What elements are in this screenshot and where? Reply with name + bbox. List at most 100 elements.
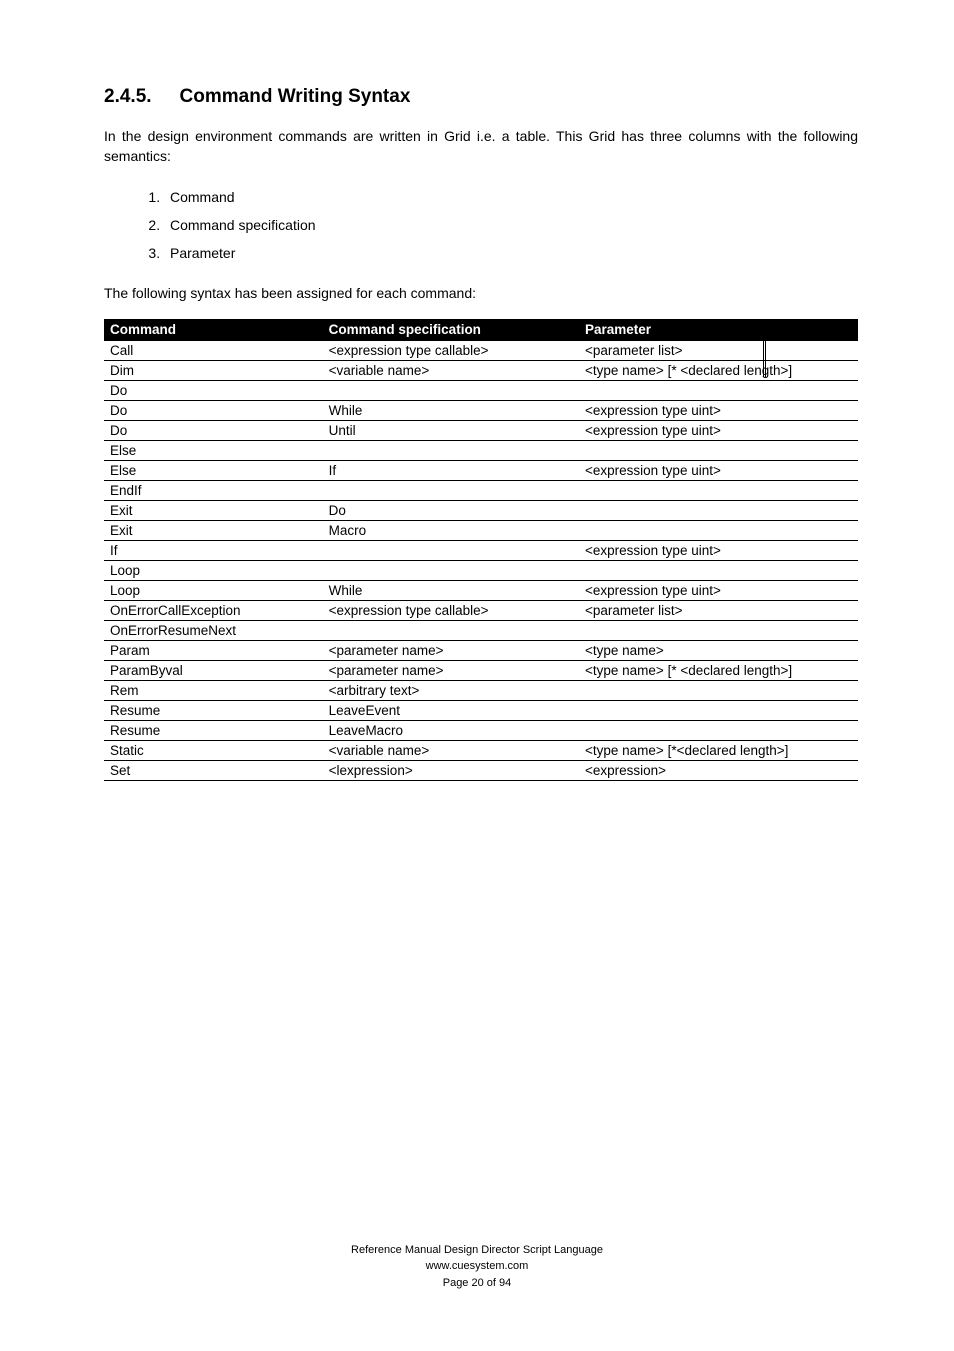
cell-spec: <arbitrary text> xyxy=(323,680,579,700)
cell-param: <expression type uint> xyxy=(579,400,858,420)
table-row: If <expression type uint> xyxy=(104,540,858,560)
col-command-spec: Command specification xyxy=(323,319,579,341)
cell-spec: <lexpression> xyxy=(323,760,579,780)
table-wrap: Command Command specification Parameter … xyxy=(104,319,858,781)
footer-line-1: Reference Manual Design Director Script … xyxy=(0,1242,954,1259)
cell-param xyxy=(579,480,858,500)
cell-command: ParamByval xyxy=(104,660,323,680)
cell-param: <type name> xyxy=(579,640,858,660)
cell-command: OnErrorResumeNext xyxy=(104,620,323,640)
cell-spec: <variable name> xyxy=(323,740,579,760)
cell-spec xyxy=(323,620,579,640)
cell-spec: <parameter name> xyxy=(323,660,579,680)
cell-command: Else xyxy=(104,440,323,460)
page-footer: Reference Manual Design Director Script … xyxy=(0,1242,954,1292)
cell-command: Exit xyxy=(104,520,323,540)
cell-command: Resume xyxy=(104,720,323,740)
list-item: Parameter xyxy=(164,239,858,267)
list-item: Command xyxy=(164,183,858,211)
following-paragraph: The following syntax has been assigned f… xyxy=(104,285,858,301)
table-row: ParamByval<parameter name><type name> [*… xyxy=(104,660,858,680)
table-row: DoUntil<expression type uint> xyxy=(104,420,858,440)
cell-param: <expression type uint> xyxy=(579,420,858,440)
cell-spec: While xyxy=(323,400,579,420)
cell-spec: Until xyxy=(323,420,579,440)
cell-spec: LeaveMacro xyxy=(323,720,579,740)
cell-command: OnErrorCallException xyxy=(104,600,323,620)
cell-command: Static xyxy=(104,740,323,760)
cell-param xyxy=(579,380,858,400)
cell-spec: Do xyxy=(323,500,579,520)
cell-param xyxy=(579,720,858,740)
cell-param xyxy=(579,440,858,460)
cell-param: <type name> [* <declared length>] xyxy=(579,660,858,680)
cell-spec: While xyxy=(323,580,579,600)
table-row: ExitMacro xyxy=(104,520,858,540)
cell-param xyxy=(579,700,858,720)
table-row: Loop xyxy=(104,560,858,580)
semantics-list: Command Command specification Parameter xyxy=(104,183,858,267)
cell-param: <parameter list> xyxy=(579,340,858,360)
footer-line-3: Page 20 of 94 xyxy=(0,1275,954,1292)
cell-command: Set xyxy=(104,760,323,780)
cell-command: Param xyxy=(104,640,323,660)
cell-command: Resume xyxy=(104,700,323,720)
table-row: ElseIf<expression type uint> xyxy=(104,460,858,480)
cell-command: If xyxy=(104,540,323,560)
cell-param: <expression type uint> xyxy=(579,540,858,560)
cell-command: Call xyxy=(104,340,323,360)
cell-spec: <expression type callable> xyxy=(323,600,579,620)
cell-param: <parameter list> xyxy=(579,600,858,620)
cell-param: <type name> [*<declared length>] xyxy=(579,740,858,760)
table-row: Dim<variable name><type name> [* <declar… xyxy=(104,360,858,380)
cell-command: Else xyxy=(104,460,323,480)
cell-param xyxy=(579,500,858,520)
syntax-table: Command Command specification Parameter … xyxy=(104,319,858,781)
cell-param xyxy=(579,680,858,700)
table-row: EndIf xyxy=(104,480,858,500)
cell-command: Loop xyxy=(104,560,323,580)
table-row: Set<lexpression><expression> xyxy=(104,760,858,780)
intro-paragraph: In the design environment commands are w… xyxy=(104,126,858,167)
cell-spec: <parameter name> xyxy=(323,640,579,660)
cell-command: EndIf xyxy=(104,480,323,500)
table-row: Static<variable name><type name> [*<decl… xyxy=(104,740,858,760)
table-row: Else xyxy=(104,440,858,460)
cell-command: Dim xyxy=(104,360,323,380)
cell-command: Do xyxy=(104,420,323,440)
cell-param: <expression> xyxy=(579,760,858,780)
cell-command: Do xyxy=(104,400,323,420)
cell-command: Rem xyxy=(104,680,323,700)
cell-spec xyxy=(323,560,579,580)
cell-spec: Macro xyxy=(323,520,579,540)
table-row: DoWhile<expression type uint> xyxy=(104,400,858,420)
cell-command: Do xyxy=(104,380,323,400)
cell-param: <expression type uint> xyxy=(579,580,858,600)
table-row: Do xyxy=(104,380,858,400)
cell-param xyxy=(579,560,858,580)
section-number: 2.4.5. xyxy=(104,86,152,108)
table-row: Param<parameter name><type name> xyxy=(104,640,858,660)
page: 2.4.5.Command Writing Syntax In the desi… xyxy=(0,0,954,1351)
cell-param xyxy=(579,620,858,640)
table-row: OnErrorCallException<expression type cal… xyxy=(104,600,858,620)
cell-spec xyxy=(323,540,579,560)
col-parameter: Parameter xyxy=(579,319,858,341)
table-row: ExitDo xyxy=(104,500,858,520)
cell-spec xyxy=(323,480,579,500)
table-row: Call<expression type callable><parameter… xyxy=(104,340,858,360)
cell-spec xyxy=(323,440,579,460)
cell-param: <expression type uint> xyxy=(579,460,858,480)
footer-line-2: www.cuesystem.com xyxy=(0,1258,954,1275)
cell-spec xyxy=(323,380,579,400)
section-heading: 2.4.5.Command Writing Syntax xyxy=(104,86,858,108)
list-item: Command specification xyxy=(164,211,858,239)
table-row: ResumeLeaveMacro xyxy=(104,720,858,740)
cell-param: <type name> [* <declared length>] xyxy=(579,360,858,380)
table-row: LoopWhile<expression type uint> xyxy=(104,580,858,600)
cell-param xyxy=(579,520,858,540)
col-command: Command xyxy=(104,319,323,341)
cell-spec: If xyxy=(323,460,579,480)
table-header-row: Command Command specification Parameter xyxy=(104,319,858,341)
cell-spec: <expression type callable> xyxy=(323,340,579,360)
